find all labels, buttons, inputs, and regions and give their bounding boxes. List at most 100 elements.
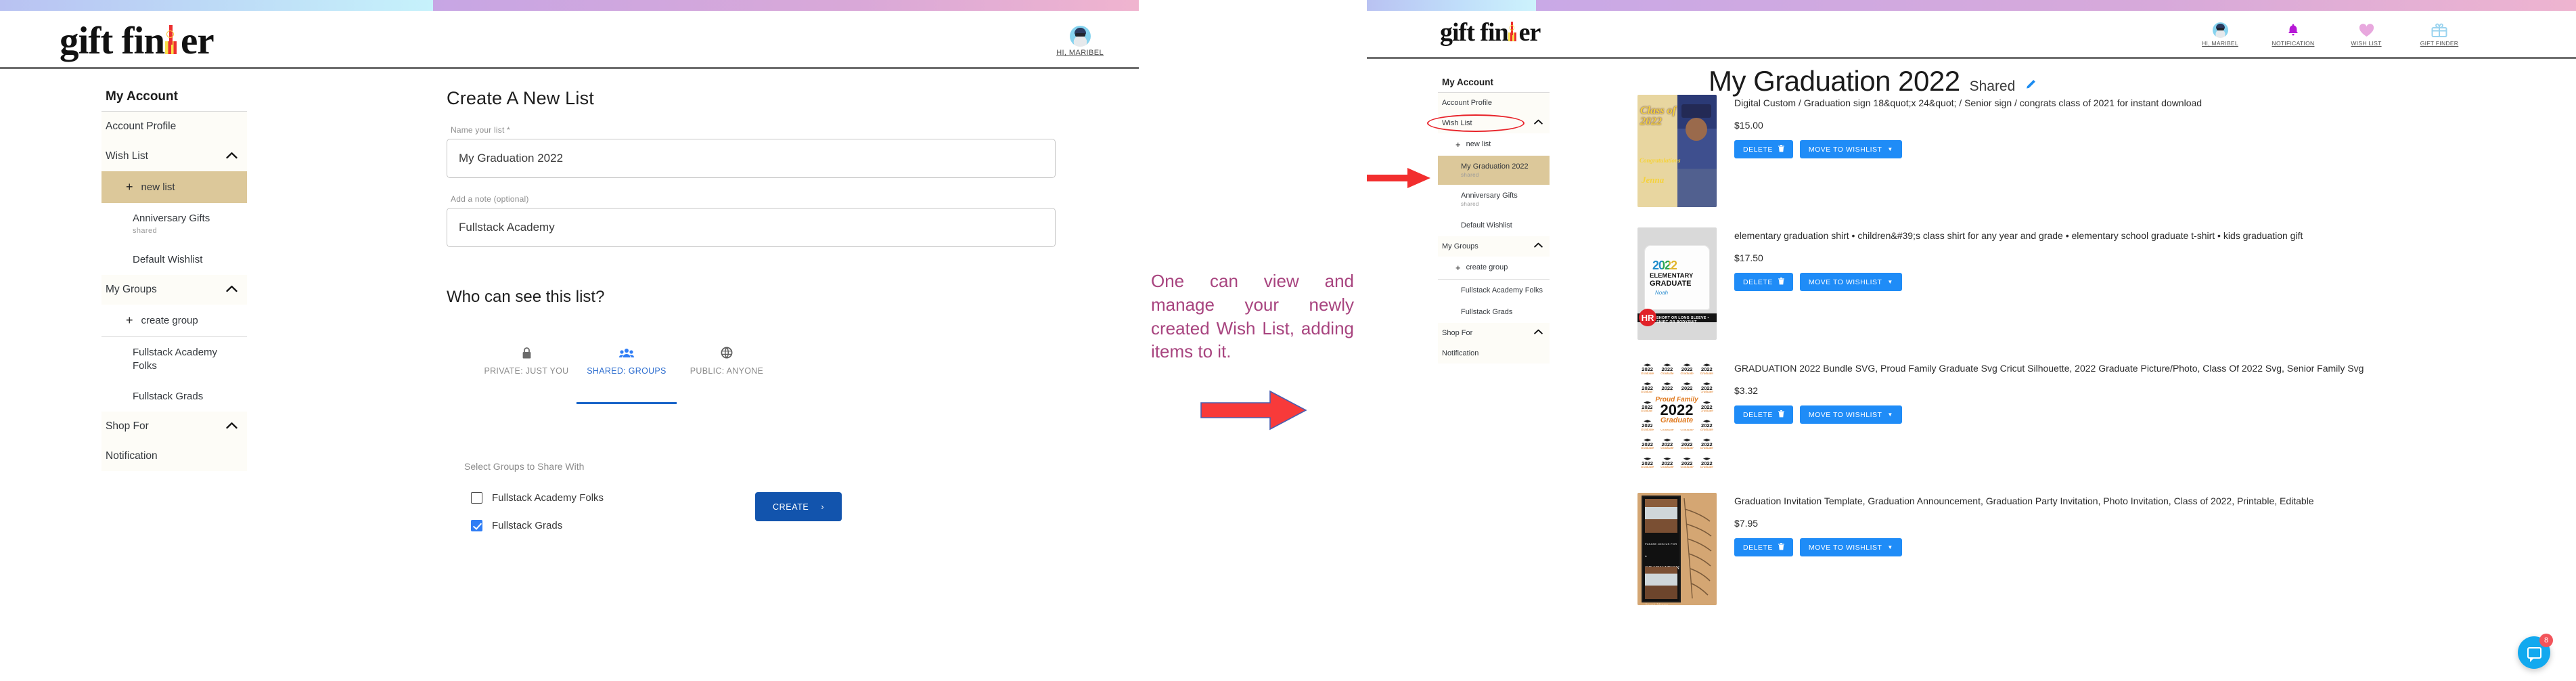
sidebar-item-create-group[interactable]: + create group	[1438, 256, 1550, 279]
chevron-up-icon	[226, 422, 238, 432]
caret-down-icon: ▼	[1887, 544, 1893, 551]
delete-button-label: DELETE	[1743, 543, 1773, 552]
sidebar-item-default-wishlist[interactable]: Default Wishlist	[1438, 214, 1550, 236]
sidebar-item-shop-for[interactable]: Shop For	[101, 412, 247, 442]
product-name: elementary graduation shirt • children&#…	[1734, 230, 2303, 241]
checkbox-unchecked-icon[interactable]	[471, 492, 482, 504]
fern-decoration	[1679, 498, 1713, 600]
move-to-wishlist-button[interactable]: MOVE TO WISHLIST ▼	[1799, 405, 1902, 424]
move-to-wishlist-button[interactable]: MOVE TO WISHLIST ▼	[1799, 140, 1902, 159]
product-name: Graduation Invitation Template, Graduati…	[1734, 496, 2314, 506]
logo-text-part1: gift fin	[60, 20, 165, 62]
gift-finder-logo[interactable]: gift fin er	[60, 19, 214, 63]
list-name-value: My Graduation 2022	[459, 152, 564, 164]
sidebar-item-new-list[interactable]: + new list	[101, 171, 247, 203]
nav-item-label: WISH LIST	[2351, 40, 2382, 47]
chevron-up-icon	[1534, 242, 1543, 250]
move-to-wishlist-button[interactable]: MOVE TO WISHLIST ▼	[1799, 538, 1902, 557]
logo-text-part2: er	[1518, 18, 1541, 47]
sidebar-item-new-list[interactable]: + new list	[1438, 133, 1550, 156]
graduation-svg-bundle-thumbnail[interactable]: 2022 Graduate 2022 Graduate 2022 Graduate 2…	[1637, 360, 1717, 473]
select-groups-label: Select Groups to Share With	[464, 461, 585, 472]
gift-finder-logo[interactable]: gift fin er	[1440, 18, 1541, 47]
trash-icon	[1778, 410, 1784, 420]
nav-item-hi-maribel[interactable]: HI, MARIBEL	[2198, 22, 2242, 47]
user-avatar-icon	[2212, 22, 2228, 39]
trash-icon	[1778, 144, 1784, 154]
move-to-wishlist-button[interactable]: MOVE TO WISHLIST ▼	[1799, 273, 1902, 292]
wishlist-title: My Graduation 2022	[1709, 65, 1960, 97]
move-to-wishlist-label: MOVE TO WISHLIST	[1808, 278, 1882, 286]
list-name-input[interactable]: My Graduation 2022	[447, 139, 1056, 178]
left-screenshot-panel: gift fin er HI, MARIBEL My Account Accoun…	[0, 0, 1139, 681]
gradient-segment-blue	[1367, 0, 1537, 11]
sidebar-item-my-groups[interactable]: My Groups	[1438, 236, 1550, 257]
sidebar-item-default-wishlist[interactable]: Default Wishlist	[101, 244, 247, 276]
sidebar-item-fullstack-grads[interactable]: Fullstack Grads	[1438, 301, 1550, 323]
sidebar-item-notification[interactable]: Notification	[101, 441, 247, 472]
sidebar-item-notification[interactable]: Notification	[1438, 343, 1550, 364]
wishlist-header: My Graduation 2022 Shared	[1709, 65, 2037, 97]
sidebar-item-my-groups[interactable]: My Groups	[101, 275, 247, 305]
sidebar-item-label: Notification	[1442, 349, 1479, 357]
nav-item-label: GIFT FINDER	[2420, 40, 2459, 47]
sidebar-item-fullstack-academy-folks[interactable]: Fullstack Academy Folks	[1438, 279, 1550, 301]
elementary-graduate-tshirt-thumbnail[interactable]: 2022 ELEMENTARY GRADUATE Noah SHORT OR L…	[1637, 227, 1717, 340]
group-option-fullstack-grads[interactable]: Fullstack Grads	[471, 520, 755, 531]
logo-text-part1: gift fin	[1440, 18, 1509, 47]
sidebar-item-anniversary-gifts[interactable]: Anniversary Gifts shared	[101, 203, 247, 245]
globe-icon	[721, 346, 733, 359]
list-note-label: Add a note (optional)	[451, 194, 529, 204]
sidebar-item-label: Notification	[106, 450, 158, 462]
create-button[interactable]: CREATE ›	[755, 492, 842, 521]
heart-icon	[2359, 22, 2374, 39]
sidebar-item-label: new list	[1466, 140, 1491, 149]
list-note-input[interactable]: Fullstack Academy	[447, 208, 1056, 247]
nav-item-wish-list[interactable]: WISH LIST	[2345, 22, 2388, 47]
tab-public-anyone[interactable]: PUBLIC: ANYONE	[677, 346, 777, 385]
sidebar-item-label: Default Wishlist	[133, 254, 203, 266]
list-item: 2022 ELEMENTARY GRADUATE Noah SHORT OR L…	[1637, 227, 2504, 340]
sidebar-item-fullstack-grads[interactable]: Fullstack Grads	[101, 380, 247, 412]
sidebar-item-wish-list[interactable]: Wish List	[101, 141, 247, 171]
account-sidebar: My Account Account Profile Wish List + n…	[1367, 76, 1550, 364]
pencil-edit-icon[interactable]	[2025, 78, 2037, 95]
product-actions: DELETE MOVE TO WISHLIST ▼	[1734, 273, 2504, 292]
chat-bubble-icon	[2527, 646, 2541, 662]
product-name: GRADUATION 2022 Bundle SVG, Proud Family…	[1734, 363, 2364, 374]
trash-icon	[1778, 277, 1784, 287]
chevron-up-icon	[1534, 119, 1543, 127]
nav-item-notification[interactable]: NOTIFICATION	[2272, 22, 2315, 47]
tab-private-just-you[interactable]: PRIVATE: JUST YOU	[476, 346, 577, 385]
product-actions: DELETE MOVE TO WISHLIST ▼	[1734, 405, 2504, 424]
list-note-value: Fullstack Academy	[459, 221, 555, 234]
plus-icon: +	[126, 180, 133, 194]
sidebar-item-account-profile[interactable]: Account Profile	[1438, 93, 1550, 113]
nav-item-label: NOTIFICATION	[2272, 40, 2315, 47]
product-price: $15.00	[1734, 120, 1763, 131]
sidebar-item-label: Fullstack Grads	[133, 390, 204, 402]
group-option-label: Fullstack Grads	[492, 520, 563, 531]
sidebar-item-shop-for[interactable]: Shop For	[1438, 322, 1550, 343]
user-greeting-block[interactable]: HI, MARIBEL	[1056, 26, 1104, 57]
sidebar-item-fullstack-academy-folks[interactable]: Fullstack Academy Folks	[101, 337, 247, 381]
user-greeting-label: HI, MARIBEL	[1056, 49, 1104, 57]
delete-button[interactable]: DELETE	[1734, 405, 1793, 424]
nav-item-gift-finder[interactable]: GIFT FINDER	[2418, 22, 2461, 47]
checkbox-checked-icon[interactable]	[471, 520, 482, 531]
delete-button[interactable]: DELETE	[1734, 273, 1793, 292]
chat-widget-button[interactable]: 8	[2518, 634, 2553, 669]
sidebar-item-my-graduation-2022[interactable]: My Graduation 2022 shared	[1367, 156, 1550, 188]
sidebar-item-account-profile[interactable]: Account Profile	[101, 112, 247, 141]
chat-unread-badge: 8	[2539, 634, 2553, 647]
graduation-invitation-template-thumbnail[interactable]: PLEASE JOIN US FOR A GRADUATION Party CE…	[1637, 493, 1717, 605]
delete-button[interactable]: DELETE	[1734, 538, 1793, 557]
sidebar-item-label: Wish List	[106, 150, 148, 162]
sidebar-item-wish-list[interactable]: Wish List	[1427, 113, 1550, 133]
tab-shared-groups[interactable]: SHARED: GROUPS	[577, 346, 677, 404]
sidebar-item-anniversary-gifts[interactable]: Anniversary Gifts shared	[1438, 185, 1550, 215]
graduation-photo-sign-thumbnail[interactable]: Class of 2022 Congratulations Jenna	[1637, 95, 1717, 207]
sidebar-item-create-group[interactable]: + create group	[101, 305, 247, 337]
group-option-fullstack-academy-folks[interactable]: Fullstack Academy Folks	[471, 492, 755, 504]
delete-button[interactable]: DELETE	[1734, 140, 1793, 159]
